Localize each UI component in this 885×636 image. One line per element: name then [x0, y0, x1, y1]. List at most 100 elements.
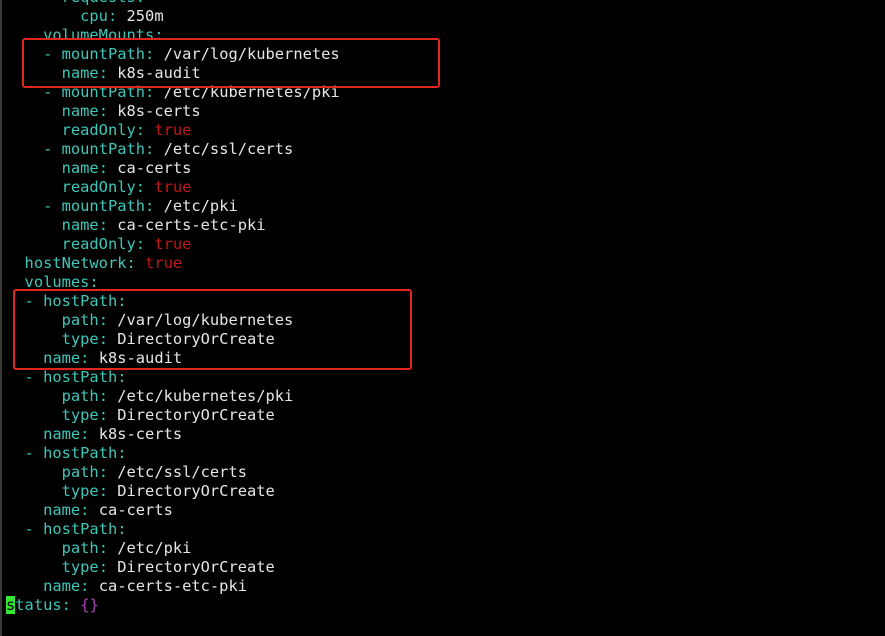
yaml-line[interactable]: path: /etc/ssl/certs: [6, 463, 340, 482]
yaml-value: true: [154, 178, 192, 196]
yaml-line[interactable]: - hostPath:: [6, 520, 340, 539]
yaml-line[interactable]: name: k8s-certs: [6, 102, 340, 121]
yaml-key: readOnly: [61, 121, 136, 139]
yaml-line[interactable]: type: DirectoryOrCreate: [6, 482, 340, 501]
yaml-colon: :: [145, 140, 155, 158]
terminal-window[interactable]: requests: cpu: 250m volumeMounts: - moun…: [0, 0, 885, 636]
yaml-colon: :: [117, 520, 127, 538]
yaml-indent: [6, 406, 62, 424]
yaml-key: type: [61, 406, 99, 424]
yaml-colon: :: [145, 197, 155, 215]
yaml-line[interactable]: - mountPath: /etc/pki: [6, 197, 340, 216]
yaml-value: ca-certs-etc-pki: [117, 216, 266, 234]
yaml-colon: :: [80, 425, 90, 443]
yaml-key: readOnly: [61, 178, 136, 196]
yaml-value: ca-certs-etc-pki: [98, 577, 247, 595]
yaml-line[interactable]: hostNetwork: true: [6, 254, 340, 273]
yaml-colon: :: [117, 444, 127, 462]
yaml-value: k8s-certs: [98, 425, 183, 443]
yaml-line[interactable]: path: /etc/pki: [6, 539, 340, 558]
yaml-indent: [6, 501, 43, 519]
yaml-line[interactable]: requests:: [6, 0, 340, 7]
highlight-box-host-path-volume: [13, 289, 412, 370]
yaml-line[interactable]: readOnly: true: [6, 121, 340, 140]
yaml-colon: :: [98, 102, 108, 120]
yaml-line[interactable]: - hostPath:: [6, 368, 340, 387]
yaml-indent: [6, 159, 62, 177]
yaml-value: true: [154, 121, 192, 139]
yaml-colon: :: [80, 501, 90, 519]
yaml-line[interactable]: - hostPath:: [6, 444, 340, 463]
yaml-line[interactable]: type: DirectoryOrCreate: [6, 558, 340, 577]
yaml-line[interactable]: readOnly: true: [6, 178, 340, 197]
yaml-indent: [6, 197, 43, 215]
yaml-key: name: [43, 425, 81, 443]
yaml-line[interactable]: name: ca-certs-etc-pki: [6, 216, 340, 235]
yaml-key: name: [61, 102, 99, 120]
yaml-key: path: [61, 387, 99, 405]
yaml-indent: [6, 216, 62, 234]
yaml-line[interactable]: cpu: 250m: [6, 7, 340, 26]
yaml-indent: [6, 140, 43, 158]
yaml-value: {}: [80, 596, 99, 614]
yaml-indent: [6, 444, 25, 462]
yaml-colon: :: [135, 235, 146, 253]
yaml-line[interactable]: name: ca-certs: [6, 501, 340, 520]
yaml-colon: :: [98, 216, 108, 234]
yaml-indent: [6, 0, 62, 6]
yaml-value: /etc/kubernetes/pki: [117, 387, 294, 405]
yaml-line[interactable]: - mountPath: /etc/ssl/certs: [6, 140, 340, 159]
yaml-line[interactable]: name: ca-certs-etc-pki: [6, 577, 340, 596]
yaml-key: type: [61, 558, 99, 576]
yaml-colon: :: [126, 254, 136, 272]
yaml-colon: :: [117, 368, 127, 386]
yaml-colon: :: [98, 406, 108, 424]
yaml-key: path: [61, 463, 99, 481]
yaml-colon: :: [98, 463, 108, 481]
yaml-indent: [6, 425, 43, 443]
yaml-key: mountPath: [61, 140, 146, 158]
highlight-box-volume-mount: [22, 38, 440, 88]
yaml-list-dash: -: [43, 140, 62, 158]
yaml-line[interactable]: name: ca-certs: [6, 159, 340, 178]
yaml-colon: :: [98, 482, 108, 500]
yaml-key: hostPath: [43, 368, 118, 386]
yaml-value: DirectoryOrCreate: [117, 406, 275, 424]
yaml-line[interactable]: path: /etc/kubernetes/pki: [6, 387, 340, 406]
yaml-line[interactable]: name: k8s-certs: [6, 425, 340, 444]
yaml-list-dash: -: [43, 197, 62, 215]
yaml-key: cpu: [80, 7, 108, 25]
yaml-value: DirectoryOrCreate: [117, 482, 275, 500]
yaml-colon: :: [98, 558, 108, 576]
yaml-key: tatus: [15, 596, 62, 614]
yaml-line[interactable]: status: {}: [6, 596, 340, 615]
yaml-indent: [6, 368, 25, 386]
yaml-line[interactable]: readOnly: true: [6, 235, 340, 254]
yaml-indent: [6, 539, 62, 557]
yaml-colon: :: [98, 387, 108, 405]
yaml-key: hostPath: [43, 444, 118, 462]
yaml-value: ca-certs: [98, 501, 173, 519]
yaml-key: requests: [62, 0, 136, 6]
yaml-indent: [6, 520, 25, 538]
text-cursor: s: [6, 596, 16, 614]
yaml-key: name: [43, 577, 81, 595]
yaml-colon: :: [107, 7, 118, 25]
yaml-value: /etc/pki: [117, 539, 192, 557]
yaml-colon: :: [135, 121, 146, 139]
yaml-indent: [6, 178, 62, 196]
yaml-indent: [6, 387, 62, 405]
yaml-value: DirectoryOrCreate: [117, 558, 275, 576]
yaml-key: type: [61, 482, 99, 500]
yaml-indent: [6, 482, 62, 500]
yaml-list-dash: -: [24, 444, 44, 462]
yaml-value: k8s-certs: [117, 102, 201, 120]
yaml-line[interactable]: type: DirectoryOrCreate: [6, 406, 340, 425]
yaml-value: true: [145, 254, 183, 272]
yaml-value: /etc/ssl/certs: [117, 463, 247, 481]
yaml-key: mountPath: [61, 197, 146, 215]
yaml-colon: :: [136, 0, 145, 6]
yaml-key: hostNetwork: [24, 254, 127, 272]
yaml-colon: :: [80, 577, 90, 595]
yaml-key: name: [61, 216, 99, 234]
